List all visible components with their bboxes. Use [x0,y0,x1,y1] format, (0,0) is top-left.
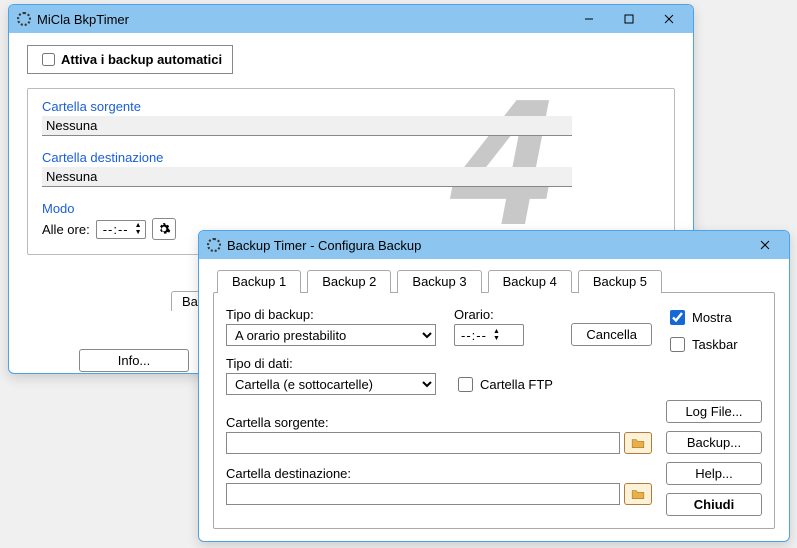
source-value: Nessuna [42,116,572,136]
main-title: MiCla BkpTimer [37,12,569,27]
time-spinner[interactable]: ▲▼ [135,222,142,236]
orario-spinner[interactable]: ▲▼ [493,328,500,342]
taskbar-toggle[interactable]: Taskbar [666,334,762,355]
backup-type-label: Tipo di backup: [226,307,436,322]
auto-backup-toggle[interactable]: Attiva i backup automatici [27,45,233,74]
maximize-button[interactable] [609,5,649,33]
mostra-checkbox[interactable] [670,310,685,325]
log-file-button[interactable]: Log File... [666,400,762,423]
tab-backup-3[interactable]: Backup 3 [397,270,481,293]
backup-button[interactable]: Backup... [666,431,762,454]
folder-icon [631,488,645,500]
ftp-checkbox[interactable] [458,377,473,392]
tab-backup-2[interactable]: Backup 2 [307,270,391,293]
config-titlebar: Backup Timer - Configura Backup [199,231,789,259]
help-button[interactable]: Help... [666,462,762,485]
orario-label: Orario: [454,307,524,322]
browse-dest-button[interactable] [624,483,652,505]
minimize-button[interactable] [569,5,609,33]
gear-icon [157,222,171,236]
tab-backup-4[interactable]: Backup 4 [488,270,572,293]
mode-label: Modo [42,201,660,216]
cancel-button[interactable]: Cancella [571,323,652,346]
taskbar-label: Taskbar [692,337,738,352]
data-type-select[interactable]: Cartella (e sottocartelle) [226,373,436,395]
config-window: Backup Timer - Configura Backup Backup 1… [198,230,790,542]
tab-backup-1[interactable]: Backup 1 [217,270,301,293]
main-titlebar: MiCla BkpTimer [9,5,693,33]
time-prefix: Alle ore: [42,222,90,237]
close-button[interactable] [649,5,689,33]
config-tabs: Backup 1 Backup 2 Backup 3 Backup 4 Back… [213,269,775,292]
source-label: Cartella sorgente [42,99,660,114]
dest-value: Nessuna [42,167,572,187]
app-icon [207,238,221,252]
gear-button[interactable] [152,218,176,240]
browse-source-button[interactable] [624,432,652,454]
info-button[interactable]: Info... [79,349,189,372]
time-input[interactable]: --:-- ▲▼ [96,220,146,239]
close-button[interactable] [745,231,785,259]
config-body: Tipo di backup: A orario prestabilito Or… [213,292,775,529]
data-type-label: Tipo di dati: [226,356,436,371]
backup-type-select[interactable]: A orario prestabilito [226,324,436,346]
mostra-label: Mostra [692,310,732,325]
cfg-dest-label: Cartella destinazione: [226,466,652,481]
close-config-button[interactable]: Chiudi [666,493,762,516]
cfg-source-input[interactable] [226,432,620,454]
time-value: --:-- [103,222,129,237]
tab-backup-5[interactable]: Backup 5 [578,270,662,293]
dest-label: Cartella destinazione [42,150,660,165]
mostra-toggle[interactable]: Mostra [666,307,762,328]
cfg-dest-input[interactable] [226,483,620,505]
auto-backup-label: Attiva i backup automatici [61,52,222,67]
ftp-label: Cartella FTP [480,377,553,392]
orario-value: --:-- [461,328,487,343]
cfg-source-label: Cartella sorgente: [226,415,652,430]
orario-input[interactable]: --:-- ▲▼ [454,324,524,346]
folder-icon [631,437,645,449]
taskbar-checkbox[interactable] [670,337,685,352]
auto-backup-checkbox[interactable] [42,53,55,66]
app-icon [17,12,31,26]
config-title: Backup Timer - Configura Backup [227,238,745,253]
